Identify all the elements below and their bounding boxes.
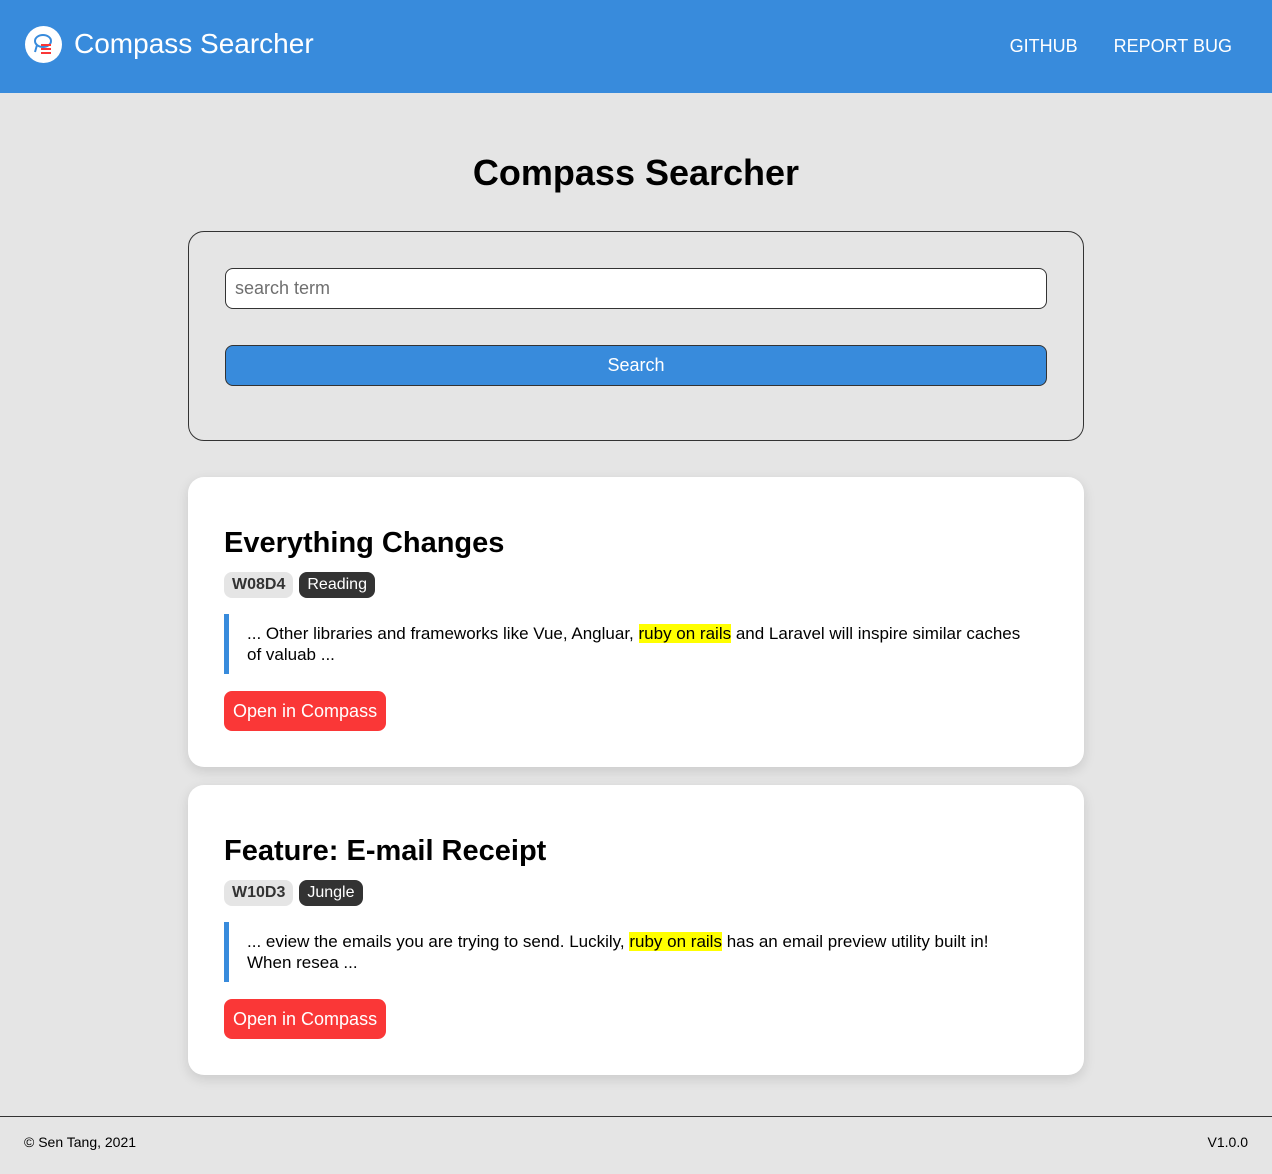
compass-logo-icon <box>25 25 62 63</box>
day-code-badge: W10D3 <box>224 880 294 906</box>
nav-links: GITHUB REPORT BUG <box>1010 34 1232 58</box>
version-text: V1.0.0 <box>1207 1134 1248 1150</box>
nav-github-link[interactable]: GITHUB <box>1010 34 1078 58</box>
activity-type-badge: Jungle <box>299 880 363 906</box>
brand-link[interactable]: Compass Searcher <box>25 25 314 63</box>
open-in-compass-button[interactable]: Open in Compass <box>224 691 387 731</box>
result-title: Feature: E-mail Receipt <box>224 835 547 867</box>
result-tags: W08D4 Reading <box>224 572 375 598</box>
nav-report-bug-link[interactable]: REPORT BUG <box>1114 34 1232 58</box>
day-code-badge: W08D4 <box>224 572 294 598</box>
snippet-text: ... Other libraries and frameworks like … <box>247 624 639 643</box>
search-button[interactable]: Search <box>225 345 1047 386</box>
snippet-highlight: ruby on rails <box>629 932 722 951</box>
search-form: Search <box>188 231 1084 441</box>
copyright-text: © Sen Tang, 2021 <box>24 1134 137 1150</box>
open-in-compass-button[interactable]: Open in Compass <box>224 999 387 1039</box>
result-tags: W10D3 Jungle <box>224 880 363 906</box>
result-card: Feature: E-mail Receipt W10D3 Jungle ...… <box>188 785 1084 1075</box>
activity-type-badge: Reading <box>299 572 375 598</box>
snippet-highlight: ruby on rails <box>638 624 732 643</box>
result-card: Everything Changes W08D4 Reading ... Oth… <box>188 477 1084 767</box>
brand-title: Compass Searcher <box>74 28 314 59</box>
search-input[interactable] <box>225 268 1047 309</box>
snippet-text: ... eview the emails you are trying to s… <box>247 932 630 951</box>
top-navbar: Compass Searcher GITHUB REPORT BUG <box>0 0 1272 93</box>
page-title: Compass Searcher <box>472 152 800 193</box>
page-footer: © Sen Tang, 2021 V1.0.0 <box>0 1116 1272 1174</box>
result-snippet: ... eview the emails you are trying to s… <box>224 922 1024 982</box>
result-title: Everything Changes <box>224 527 505 559</box>
result-snippet: ... Other libraries and frameworks like … <box>224 614 1024 674</box>
